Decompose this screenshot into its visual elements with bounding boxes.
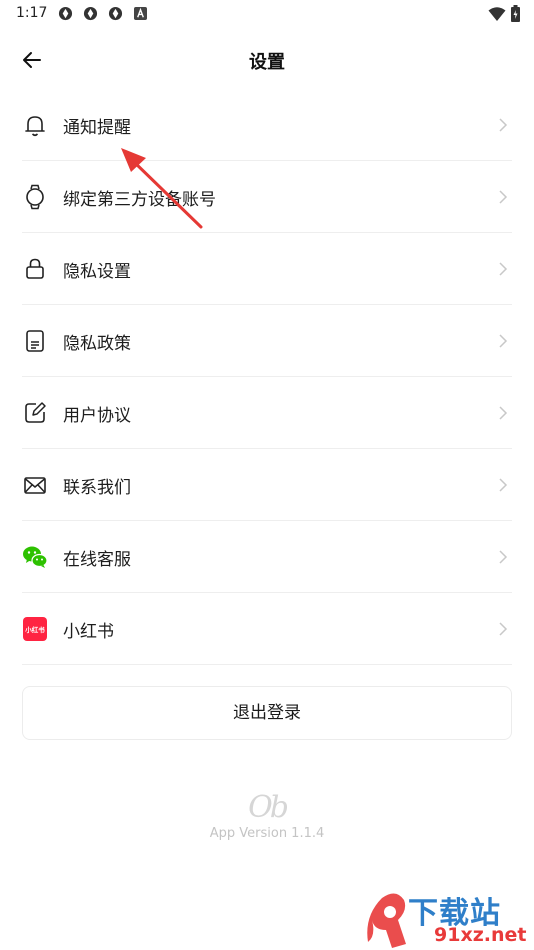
battery-icon xyxy=(511,5,520,22)
app-notification-icon xyxy=(58,6,73,21)
app-logo: Ob xyxy=(248,790,289,825)
settings-item-privacy-policy[interactable]: 隐私政策 xyxy=(22,305,512,377)
settings-list: 通知提醒 绑定第三方设备账号 隐私设置 隐私政策 用户协议 联系我们 在线客服 … xyxy=(22,89,512,665)
settings-item-label: 小红书 xyxy=(63,622,114,642)
watch-icon xyxy=(26,184,44,210)
app-notification-icon xyxy=(83,6,98,21)
chevron-right-icon xyxy=(499,262,508,276)
settings-item-privacy-settings[interactable]: 隐私设置 xyxy=(22,233,512,305)
edit-icon xyxy=(25,402,46,423)
chevron-right-icon xyxy=(499,478,508,492)
logout-button[interactable]: 退出登录 xyxy=(22,686,512,740)
settings-item-user-agreement[interactable]: 用户协议 xyxy=(22,377,512,449)
settings-item-online-support[interactable]: 在线客服 xyxy=(22,521,512,593)
settings-item-notifications[interactable]: 通知提醒 xyxy=(22,89,512,161)
wechat-icon xyxy=(23,546,48,568)
chevron-right-icon xyxy=(499,622,508,636)
chevron-right-icon xyxy=(499,118,508,132)
xiaohongshu-icon: 小红书 xyxy=(23,617,47,641)
settings-item-label: 隐私政策 xyxy=(63,334,131,354)
chevron-right-icon xyxy=(499,550,508,564)
svg-text:小红书: 小红书 xyxy=(24,625,45,634)
bell-icon xyxy=(25,116,45,137)
status-bar: 1:17 xyxy=(0,0,534,28)
settings-item-label: 在线客服 xyxy=(63,550,131,570)
watermark-domain: 91xz.net xyxy=(434,924,527,946)
app-version: App Version 1.1.4 xyxy=(209,826,325,841)
chevron-right-icon xyxy=(499,190,508,204)
settings-item-xiaohongshu[interactable]: 小红书 小红书 xyxy=(22,593,512,665)
page-title: 设置 xyxy=(249,52,285,73)
settings-item-label: 用户协议 xyxy=(63,406,131,426)
chevron-right-icon xyxy=(499,334,508,348)
status-time: 1:17 xyxy=(16,5,48,21)
settings-item-label: 绑定第三方设备账号 xyxy=(63,190,216,210)
app-notification-icon xyxy=(108,6,123,21)
settings-item-label: 隐私设置 xyxy=(63,262,131,282)
settings-item-label: 联系我们 xyxy=(63,478,131,498)
app-header: 设置 xyxy=(0,38,534,82)
wifi-icon xyxy=(488,7,506,21)
chevron-right-icon xyxy=(499,406,508,420)
font-notification-icon xyxy=(134,7,147,20)
settings-item-contact-us[interactable]: 联系我们 xyxy=(22,449,512,521)
settings-item-label: 通知提醒 xyxy=(63,118,131,138)
lock-icon xyxy=(26,258,44,279)
document-icon xyxy=(26,330,44,352)
mail-icon xyxy=(24,477,46,494)
settings-item-bind-device[interactable]: 绑定第三方设备账号 xyxy=(22,161,512,233)
